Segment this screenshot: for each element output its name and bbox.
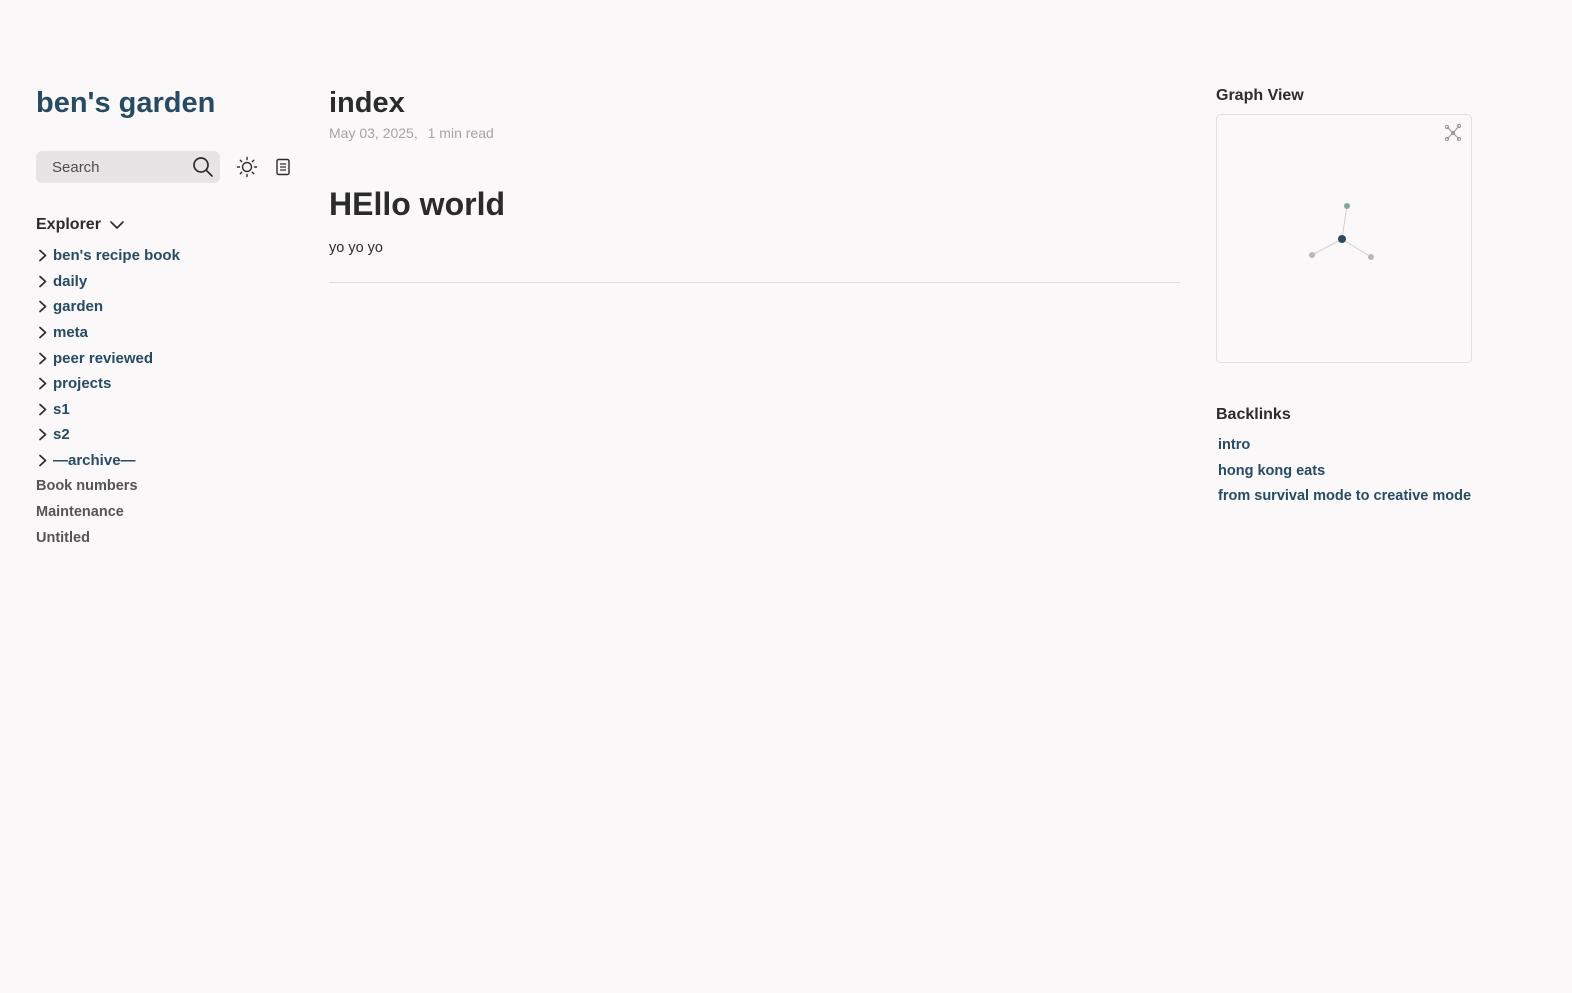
chevron-right-icon — [36, 352, 49, 365]
backlink-item[interactable]: intro — [1216, 433, 1476, 459]
file-item[interactable]: Maintenance — [36, 499, 296, 525]
graph-view[interactable] — [1216, 114, 1472, 363]
folder-item[interactable]: meta — [36, 320, 296, 346]
backlink-item[interactable]: hong kong eats — [1216, 459, 1476, 485]
toolbar: Search — [36, 151, 296, 183]
site-title[interactable]: ben's garden — [36, 82, 296, 124]
folder-label: projects — [53, 375, 112, 393]
chevron-right-icon — [36, 275, 49, 288]
content-divider — [329, 282, 1180, 283]
global-graph-icon[interactable] — [1443, 123, 1463, 143]
backlink-item[interactable]: from survival mode to creative mode — [1216, 484, 1476, 510]
folder-item[interactable]: peer reviewed — [36, 345, 296, 371]
graph-node-current[interactable] — [1338, 235, 1346, 243]
page-title: index — [329, 87, 405, 119]
chevron-right-icon — [36, 326, 49, 339]
chevron-right-icon — [36, 377, 49, 390]
folder-label: meta — [53, 324, 89, 342]
chevron-right-icon — [36, 454, 49, 467]
chevron-right-icon — [36, 428, 49, 441]
graph-node[interactable] — [1344, 203, 1350, 209]
folder-item[interactable]: ben's recipe book — [36, 243, 296, 269]
folder-label: —archive— — [53, 452, 136, 470]
folder-label: s2 — [53, 426, 70, 444]
graph-edge — [1341, 205, 1348, 240]
folder-label: s1 — [53, 400, 70, 418]
chevron-right-icon — [36, 300, 49, 313]
meta-separator: , — [413, 125, 418, 141]
backlinks-list: intro hong kong eats from survival mode … — [1216, 433, 1476, 510]
graph-node[interactable] — [1309, 252, 1315, 258]
graph-view-title: Graph View — [1216, 87, 1304, 104]
graph-node[interactable] — [1368, 254, 1374, 260]
backlinks-section: Backlinks intro hong kong eats from surv… — [1216, 405, 1476, 510]
chevron-right-icon — [36, 403, 49, 416]
folder-label: garden — [53, 298, 104, 316]
graph-edge — [1341, 238, 1372, 258]
explorer-tree: ben's recipe book daily garden meta peer… — [36, 243, 296, 551]
content-heading: HEllo world — [329, 186, 505, 222]
main-content: index May 03, 2025, 1 min read HEllo wor… — [329, 82, 1180, 283]
article-read-time: 1 min read — [427, 125, 494, 141]
folder-label: peer reviewed — [53, 349, 154, 367]
folder-item[interactable]: s2 — [36, 422, 296, 448]
content-paragraph: yo yo yo — [329, 240, 383, 256]
folder-item[interactable]: garden — [36, 294, 296, 320]
chevron-down-icon — [109, 217, 125, 233]
file-item[interactable]: Book numbers — [36, 473, 296, 499]
search-button[interactable]: Search — [36, 151, 220, 183]
right-sidebar: Graph View Backlinks intro hong kong eat… — [1216, 86, 1476, 510]
left-sidebar: ben's garden Search Explorer ben's recip… — [36, 82, 296, 551]
article-date: May 03, 2025 — [329, 125, 414, 141]
search-placeholder: Search — [52, 158, 100, 176]
explorer-toggle[interactable]: Explorer — [36, 213, 296, 237]
folder-item[interactable]: daily — [36, 269, 296, 295]
file-item[interactable]: Untitled — [36, 525, 296, 551]
folder-item[interactable]: s1 — [36, 397, 296, 423]
folder-item[interactable]: projects — [36, 371, 296, 397]
article-meta: May 03, 2025, 1 min read — [329, 124, 1180, 142]
sun-icon[interactable] — [235, 155, 259, 179]
folder-item[interactable]: —archive— — [36, 448, 296, 474]
chevron-right-icon — [36, 249, 49, 262]
backlinks-title: Backlinks — [1216, 406, 1291, 423]
document-icon[interactable] — [271, 155, 295, 179]
folder-label: daily — [53, 272, 88, 290]
folder-label: ben's recipe book — [53, 247, 180, 265]
explorer-label: Explorer — [36, 216, 101, 233]
search-icon — [192, 156, 214, 178]
page: ben's garden Search Explorer ben's recip… — [0, 0, 1572, 993]
graph-canvas[interactable] — [1217, 115, 1471, 362]
graph-edge — [1311, 238, 1343, 256]
